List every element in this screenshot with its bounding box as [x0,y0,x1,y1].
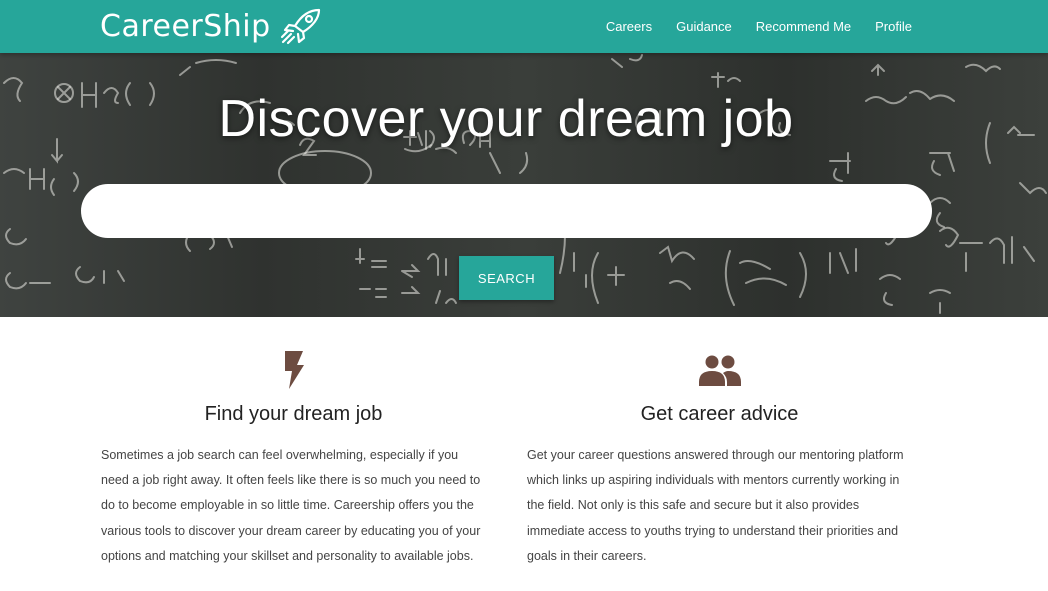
feature-title: Get career advice [640,403,799,425]
people-icon [698,355,741,386]
feature-description: Get your career questions answered throu… [527,448,904,563]
feature-title: Find your dream job [204,403,383,425]
top-navbar: CareerShip Careers Guidance Recommend Me… [0,0,1048,53]
features-section: Find your dream job Sometimes a job sear… [0,317,1048,591]
lightning-bolt-icon [284,351,304,389]
nav-profile[interactable]: Profile [875,19,912,34]
hero-title: Discover your dream job [218,90,794,148]
nav-links: Careers Guidance Recommend Me Profile [582,0,912,53]
brand-name: CareerShip [100,8,271,44]
search-input[interactable] [81,184,932,238]
hero-section: Discover your dream job SEARCH [0,53,1048,317]
feature-description: Sometimes a job search can feel overwhel… [101,448,481,563]
nav-careers[interactable]: Careers [606,19,652,34]
feature-find-job: Find your dream job Sometimes a job sear… [101,317,486,569]
nav-recommend-me[interactable]: Recommend Me [756,19,851,34]
nav-guidance[interactable]: Guidance [676,19,732,34]
feature-career-advice: Get career advice Get your career questi… [527,317,912,569]
search-button[interactable]: SEARCH [459,256,554,300]
brand-logo-link[interactable]: CareerShip [100,6,325,46]
rocket-icon [280,8,320,45]
